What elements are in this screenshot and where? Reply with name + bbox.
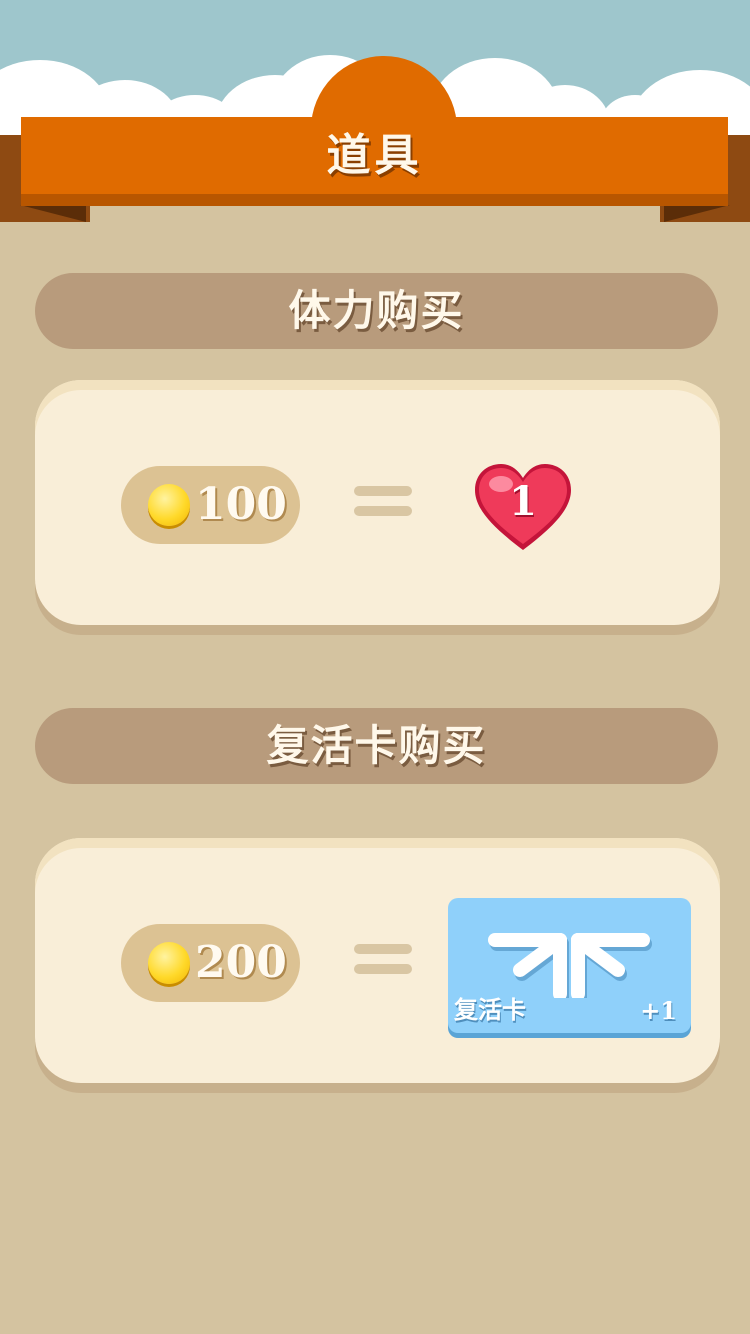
coin-icon (148, 942, 190, 984)
stamina-price: 100 (195, 479, 287, 530)
section-title-revive: 复活卡购买 (35, 708, 718, 784)
ribbon-fold-right (664, 205, 730, 222)
revive-price: 200 (195, 937, 287, 988)
revive-price-button[interactable]: 200 (121, 924, 300, 1002)
coin-icon (148, 484, 190, 526)
revive-arrows-icon (488, 933, 652, 1005)
equals-icon (354, 486, 412, 526)
section-title-stamina: 体力购买 (35, 273, 718, 349)
equals-icon (354, 944, 412, 984)
ribbon-fold-left (20, 205, 86, 222)
heart-value: 1 (509, 478, 537, 525)
heart-icon: 1 (471, 462, 575, 554)
stamina-price-button[interactable]: 100 (121, 466, 300, 544)
revive-card-count: +1 (640, 996, 677, 1025)
revive-card-label: 复活卡 (454, 996, 526, 1024)
page-title: 道具 (326, 130, 423, 181)
revive-card-item: 复活卡 +1 (448, 898, 691, 1033)
revive-purchase-card[interactable]: 200 复活卡 +1 (35, 838, 720, 1083)
header-ribbon: 道具 (21, 117, 728, 206)
stamina-purchase-card[interactable]: 100 1 (35, 380, 720, 625)
